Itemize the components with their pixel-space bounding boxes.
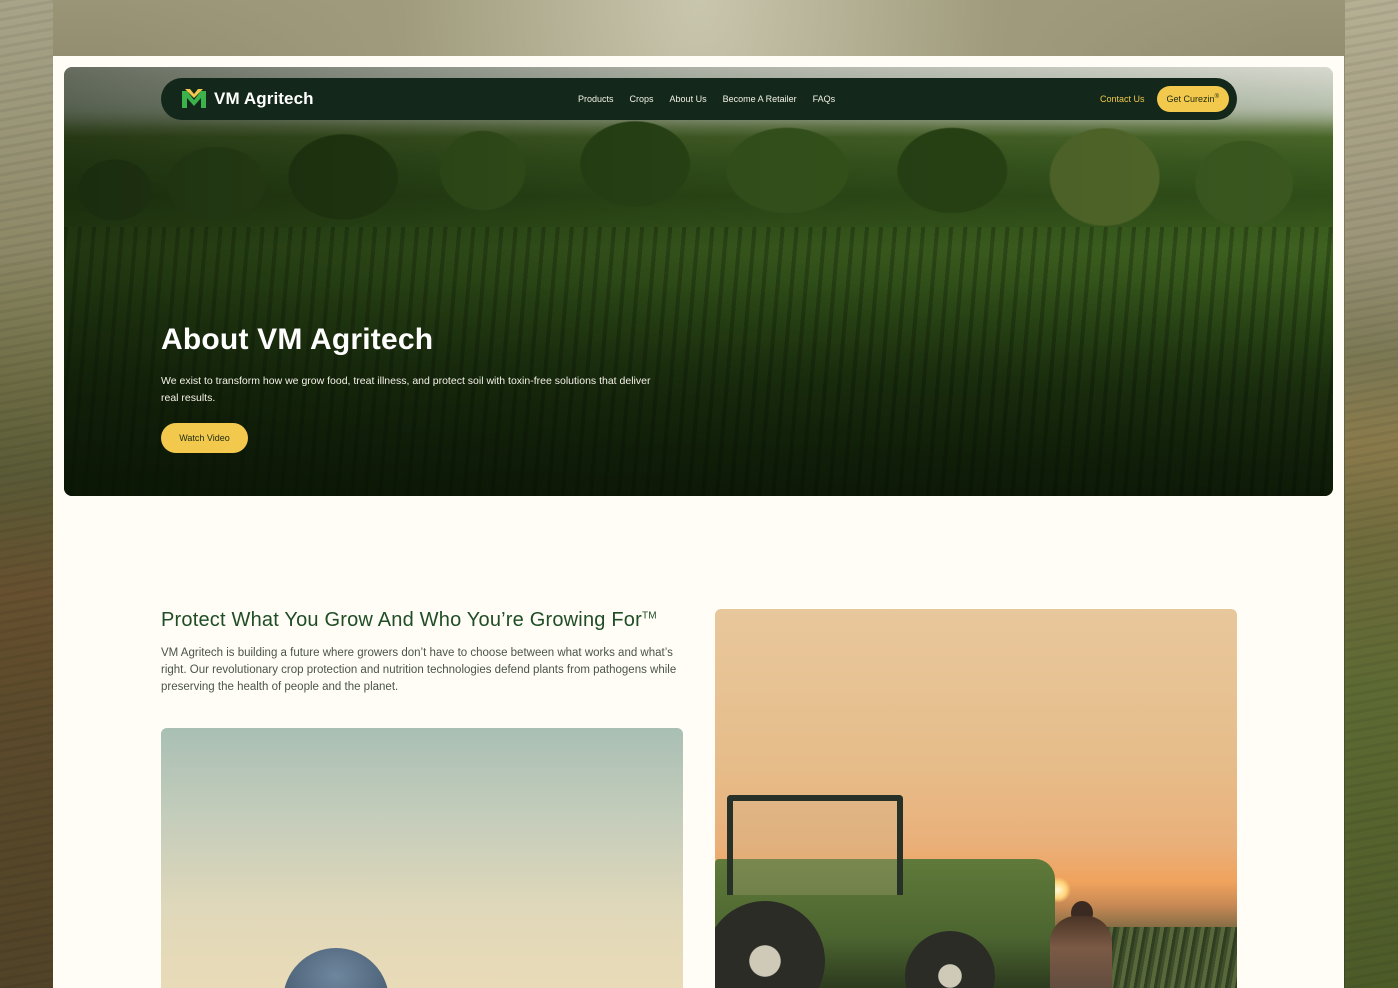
background-right-field	[1345, 0, 1398, 988]
farmer-cap	[283, 948, 389, 988]
section-description: VM Agritech is building a future where g…	[161, 647, 677, 693]
section-title: Protect What You Grow And Who You’re Gro…	[161, 609, 657, 632]
top-navigation: VM Agritech Products Crops About Us Beco…	[161, 78, 1237, 120]
nav-actions: Contact Us Get Curezin®	[1100, 86, 1229, 112]
hero-description: We exist to transform how we grow food, …	[161, 375, 651, 404]
get-curezin-label: Get Curezin	[1166, 94, 1215, 104]
watch-video-button[interactable]: Watch Video	[161, 423, 248, 453]
hero-overlay	[64, 67, 1333, 496]
background-left-field	[0, 0, 53, 988]
farmer-silhouette	[1050, 916, 1112, 988]
brand-logo[interactable]: VM Agritech	[182, 89, 314, 109]
registered-mark: ®	[1214, 94, 1219, 100]
nav-link-faqs[interactable]: FAQs	[813, 94, 836, 104]
brand-name: VM Agritech	[214, 89, 314, 108]
nav-links: Products Crops About Us Become A Retaile…	[578, 94, 835, 104]
farmer-photo	[161, 728, 683, 988]
get-curezin-button[interactable]: Get Curezin®	[1156, 86, 1229, 112]
tractor-sunset-photo	[715, 609, 1237, 988]
nav-link-crops[interactable]: Crops	[630, 94, 654, 104]
hero-banner: VM Agritech Products Crops About Us Beco…	[64, 67, 1333, 496]
vm-logo-mark-icon	[182, 89, 206, 108]
page-frame: VM Agritech Products Crops About Us Beco…	[53, 56, 1344, 988]
trademark-mark: TM	[641, 610, 657, 622]
tractor-cab	[727, 795, 903, 895]
nav-link-products[interactable]: Products	[578, 94, 614, 104]
nav-link-become-a-retailer[interactable]: Become A Retailer	[723, 94, 797, 104]
nav-link-about-us[interactable]: About Us	[670, 94, 707, 104]
contact-us-link[interactable]: Contact Us	[1100, 94, 1145, 104]
hero-title: About VM Agritech	[161, 323, 434, 356]
section-title-text: Protect What You Grow And Who You’re Gro…	[161, 609, 642, 631]
